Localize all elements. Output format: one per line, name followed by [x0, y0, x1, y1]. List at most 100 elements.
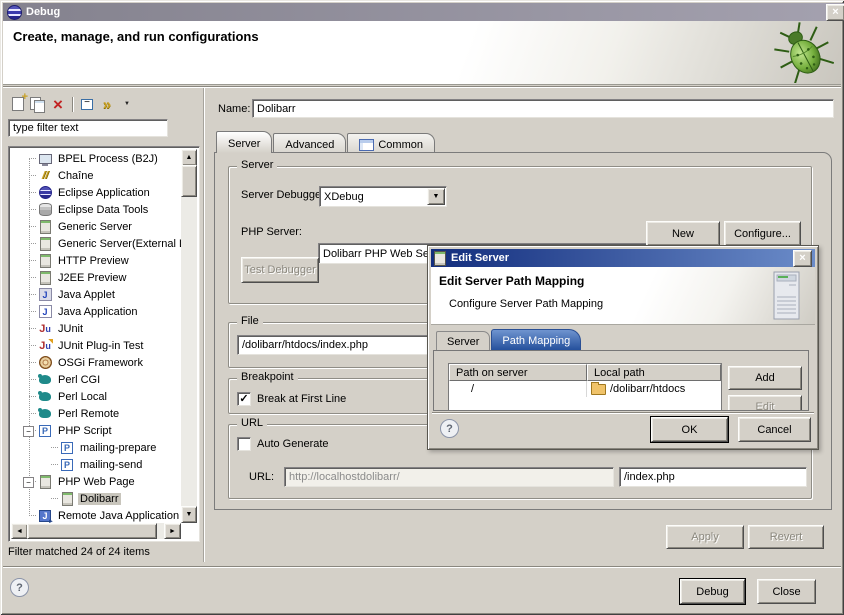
- applet-icon: [37, 288, 53, 302]
- tree-item-mailing-prepare[interactable]: mailing-prepare: [11, 439, 181, 456]
- tree-item-label: Perl CGI: [56, 374, 102, 386]
- debug-configurations-window: { "window": { "title": "Debug", "header"…: [0, 0, 844, 615]
- cancel-button[interactable]: Cancel: [738, 417, 811, 442]
- panel-sash[interactable]: [203, 88, 204, 562]
- toolbar-separator: [72, 97, 73, 112]
- tree-horizontal-scrollbar[interactable]: ◄ ►: [11, 523, 181, 539]
- dialog-tab-server[interactable]: Server: [436, 331, 490, 350]
- header-banner: Create, manage, and run configurations: [3, 21, 841, 85]
- tree-item-j2ee-preview[interactable]: J2EE Preview: [11, 269, 181, 286]
- tree-item-generic-server-external-la[interactable]: Generic Server(External La: [11, 235, 181, 252]
- tree-item-java-applet[interactable]: Java Applet: [11, 286, 181, 303]
- tree-item-label: Remote Java Application: [56, 510, 181, 522]
- tree-item-label: BPEL Process (B2J): [56, 153, 160, 165]
- new-config-icon[interactable]: [8, 95, 28, 113]
- tree-item-generic-server[interactable]: Generic Server: [11, 218, 181, 235]
- tree-expander-icon[interactable]: −: [23, 477, 34, 488]
- auto-generate-checkbox[interactable]: [237, 437, 251, 451]
- menu-arrow-icon[interactable]: [117, 95, 137, 113]
- tree-rows: BPEL Process (B2J) ChaîneEclipse Applicat…: [11, 150, 181, 523]
- apply-button: Apply: [666, 525, 744, 549]
- close-button[interactable]: Close: [757, 579, 816, 604]
- scroll-right-button[interactable]: ►: [164, 523, 181, 539]
- bug-icon: [773, 21, 835, 83]
- window-close-button[interactable]: ×: [826, 4, 844, 21]
- tree-item-bpel-process-b2j[interactable]: BPEL Process (B2J): [11, 150, 181, 167]
- tree-item-remote-java-application[interactable]: Remote Java Application: [11, 507, 181, 523]
- collapse-all-icon[interactable]: [77, 95, 97, 113]
- server-debugger-label: Server Debugger:: [241, 189, 328, 201]
- server-debugger-dropdown[interactable]: XDebug ▼: [319, 186, 447, 207]
- dialog-tab-path-mapping[interactable]: Path Mapping: [491, 329, 581, 350]
- scroll-left-button[interactable]: ◄: [11, 523, 28, 539]
- tree-item-eclipse-application[interactable]: Eclipse Application: [11, 184, 181, 201]
- tree-item-junit[interactable]: JUnit: [11, 320, 181, 337]
- server-icon: [37, 237, 53, 251]
- url-path-field[interactable]: [619, 467, 807, 487]
- junit-plugin-icon: [37, 339, 53, 353]
- configure-button[interactable]: Configure...: [724, 221, 801, 246]
- tab-common[interactable]: Common: [347, 133, 435, 153]
- tree-vertical-scrollbar[interactable]: ▲ ▼: [181, 149, 197, 523]
- vertical-scroll-thumb[interactable]: [181, 165, 197, 197]
- tree-item-eclipse-data-tools[interactable]: Eclipse Data Tools: [11, 201, 181, 218]
- tree-expander-icon[interactable]: −: [23, 426, 34, 437]
- url-group-label: URL: [237, 417, 267, 429]
- duplicate-icon[interactable]: [28, 95, 48, 113]
- tree-item-php-web-page[interactable]: −PHP Web Page: [11, 473, 181, 490]
- server-icon: [37, 254, 53, 268]
- path-mapping-row[interactable]: //dolibarr/htdocs: [449, 381, 721, 397]
- tree-item-label: PHP Script: [56, 425, 114, 437]
- delete-icon[interactable]: [48, 95, 68, 113]
- tree-item-dolibarr[interactable]: Dolibarr: [11, 490, 181, 507]
- auto-generate-label: Auto Generate: [257, 438, 329, 450]
- path-mapping-table: Path on server Local path //dolibarr/htd…: [448, 363, 722, 411]
- server-icon: [59, 492, 75, 506]
- column-header-path-on-server[interactable]: Path on server: [449, 364, 587, 381]
- tree-item-perl-local[interactable]: Perl Local: [11, 388, 181, 405]
- scroll-down-button[interactable]: ▼: [181, 506, 197, 523]
- header-separator: [3, 86, 841, 88]
- tree-item-http-preview[interactable]: HTTP Preview: [11, 252, 181, 269]
- filter-input[interactable]: [8, 119, 168, 137]
- server-debugger-value: XDebug: [324, 191, 364, 203]
- tree-item-label: JUnit: [56, 323, 85, 335]
- tree-item-cha-ne[interactable]: Chaîne: [11, 167, 181, 184]
- page-title: Create, manage, and run configurations: [13, 29, 259, 44]
- url-label: URL:: [249, 471, 274, 483]
- dialog-title: Edit Server: [451, 252, 509, 264]
- debug-button[interactable]: Debug: [680, 579, 745, 604]
- filter-icon[interactable]: [97, 95, 117, 113]
- tree-item-perl-cgi[interactable]: Perl CGI: [11, 371, 181, 388]
- tree-item-mailing-send[interactable]: mailing-send: [11, 456, 181, 473]
- horizontal-scroll-thumb[interactable]: [27, 523, 157, 539]
- scroll-up-button[interactable]: ▲: [181, 149, 197, 166]
- edit-server-dialog: Edit Server × Edit Server Path Mapping C…: [427, 245, 819, 450]
- help-button[interactable]: ?: [10, 578, 29, 597]
- server-icon: [37, 220, 53, 234]
- php-icon: [37, 424, 53, 438]
- tree-item-junit-plug-in-test[interactable]: JUnit Plug-in Test: [11, 337, 181, 354]
- tree-item-label: Generic Server(External La: [56, 238, 181, 250]
- name-input[interactable]: [252, 99, 834, 118]
- add-mapping-button[interactable]: Add: [728, 366, 802, 390]
- tree-item-osgi-framework[interactable]: OSGi Framework: [11, 354, 181, 371]
- tree-item-perl-remote[interactable]: Perl Remote: [11, 405, 181, 422]
- column-header-local-path[interactable]: Local path: [587, 364, 721, 381]
- name-label: Name:: [218, 103, 250, 115]
- tree-item-java-application[interactable]: Java Application: [11, 303, 181, 320]
- java-icon: [37, 305, 53, 319]
- window-title: Debug: [26, 6, 60, 18]
- dialog-help-button[interactable]: ?: [440, 419, 459, 438]
- tree-item-php-script[interactable]: − PHP Script: [11, 422, 181, 439]
- dropdown-arrow-icon[interactable]: ▼: [427, 188, 445, 205]
- break-at-first-line-label: Break at First Line: [257, 393, 346, 405]
- tab-advanced[interactable]: Advanced: [273, 133, 346, 153]
- break-at-first-line-checkbox[interactable]: [237, 392, 251, 406]
- tree-item-label: Dolibarr: [78, 493, 121, 505]
- tab-server[interactable]: Server: [216, 131, 272, 153]
- php-icon: [59, 458, 75, 472]
- ok-button[interactable]: OK: [651, 417, 728, 442]
- dialog-close-button[interactable]: ×: [793, 250, 812, 267]
- new-server-button[interactable]: New: [646, 221, 720, 246]
